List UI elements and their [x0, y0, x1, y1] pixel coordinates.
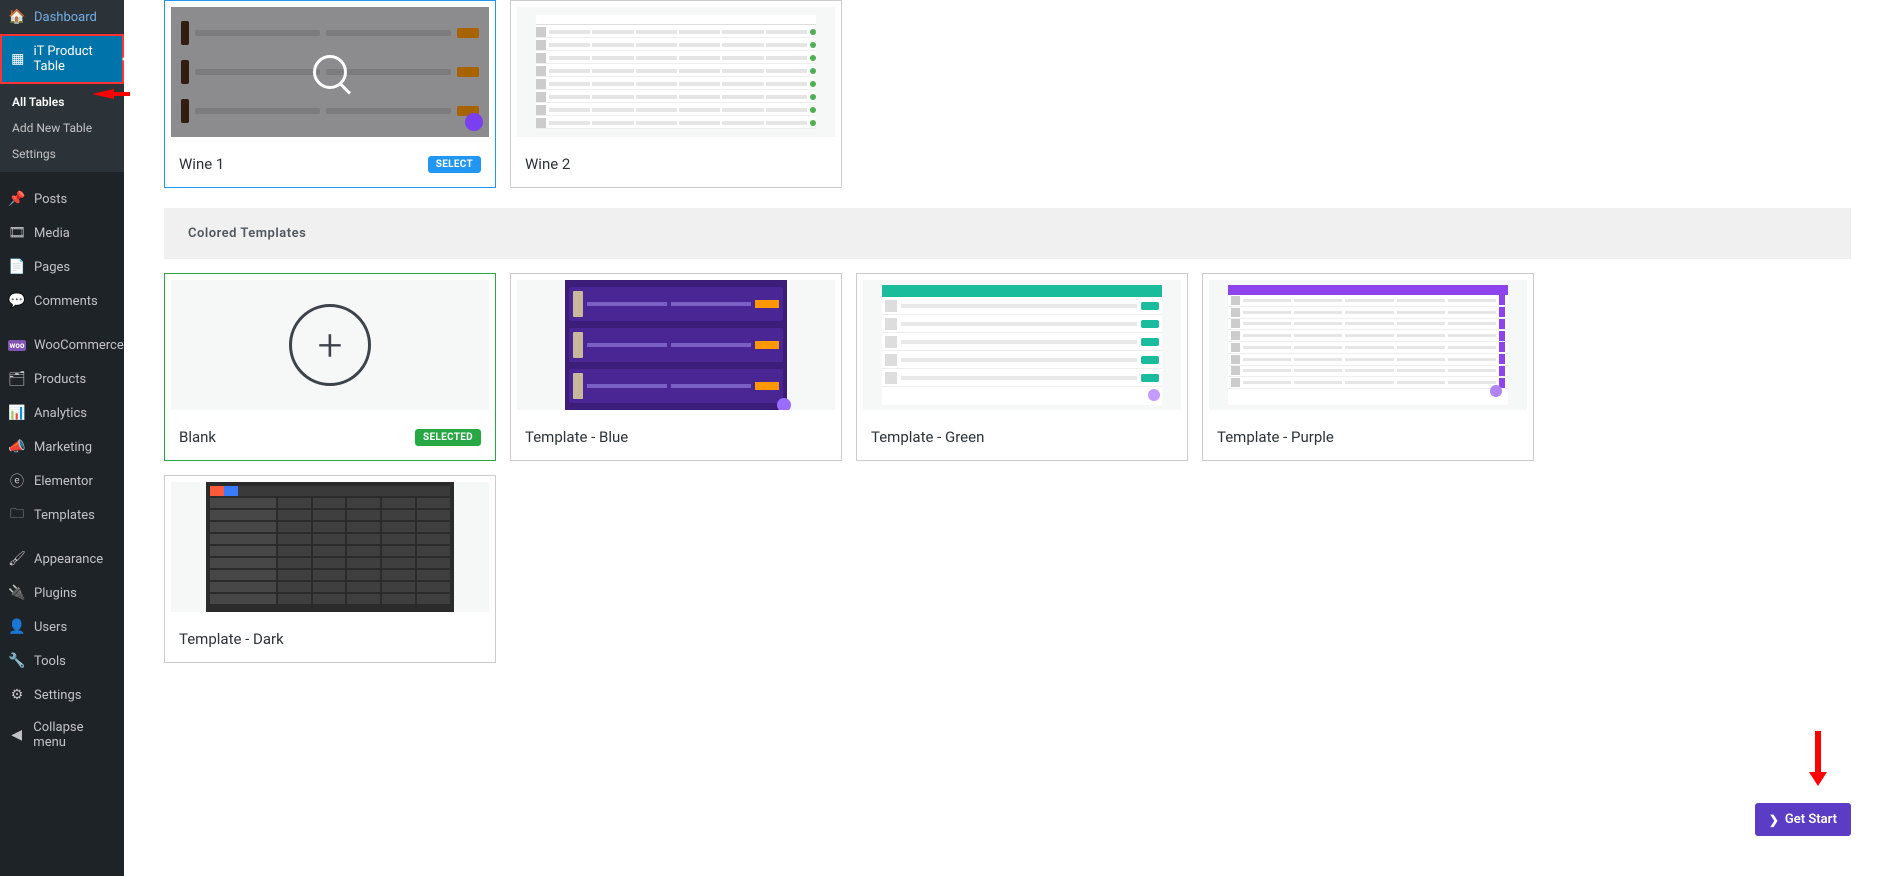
appearance-icon: 🖌 [8, 550, 26, 568]
templates-row-top: Wine 1 SELECT Wine 2 [164, 0, 1851, 188]
sidebar-item-pages[interactable]: 📄 Pages [0, 250, 124, 284]
media-icon: 🎞 [8, 224, 26, 242]
templates-icon: 🗀 [8, 506, 26, 524]
plugins-icon: 🔌 [8, 584, 26, 602]
sidebar-item-comments[interactable]: 💬 Comments [0, 284, 124, 318]
template-thumbnail [171, 7, 489, 137]
settings-icon: ⚙ [8, 686, 26, 704]
template-card-template-dark[interactable]: Template - Dark [164, 475, 496, 663]
template-name: Template - Dark [179, 630, 284, 648]
section-heading: Colored Templates [164, 208, 1851, 259]
sidebar-item-label: Comments [34, 294, 98, 309]
products-icon: 🗂 [8, 370, 26, 388]
template-card-template-blue[interactable]: Template - Blue [510, 273, 842, 461]
sidebar-item-label: Analytics [34, 406, 87, 421]
get-start-button[interactable]: ❯ Get Start [1755, 803, 1851, 836]
magnify-icon [313, 55, 347, 89]
submenu-item-add-new-table[interactable]: Add New Table [0, 115, 124, 141]
sidebar-item-label: Posts [34, 192, 67, 207]
elementor-icon: ⓔ [8, 472, 26, 490]
marketing-icon: 📣 [8, 438, 26, 456]
template-name: Template - Green [871, 428, 984, 446]
sidebar-item-dashboard[interactable]: 🏠 Dashboard [0, 0, 124, 34]
template-card-wine-1[interactable]: Wine 1 SELECT [164, 0, 496, 188]
sidebar-item-label: Media [34, 226, 70, 241]
template-card-template-green[interactable]: Template - Green [856, 273, 1188, 461]
chevron-right-icon: ❯ [1769, 813, 1779, 827]
users-icon: 👤 [8, 618, 26, 636]
template-thumbnail [863, 280, 1181, 410]
dashboard-icon: 🏠 [8, 8, 26, 26]
template-thumbnail [517, 280, 835, 410]
sidebar-item-tools[interactable]: 🔧 Tools [0, 644, 124, 678]
sidebar-item-label: Templates [34, 508, 95, 523]
sidebar-item-posts[interactable]: 📌 Posts [0, 182, 124, 216]
annotation-arrow-getstart [1815, 731, 1821, 776]
sidebar-item-label: Plugins [34, 586, 77, 601]
get-start-label: Get Start [1785, 812, 1837, 827]
sidebar-item-label: Users [34, 620, 67, 635]
sidebar-item-label: Settings [34, 688, 81, 703]
template-name: Wine 2 [525, 155, 570, 173]
template-card-blank[interactable]: + Blank SELECTED [164, 273, 496, 461]
sidebar-item-media[interactable]: 🎞 Media [0, 216, 124, 250]
collapse-menu-icon: ◀ [8, 726, 25, 744]
template-name: Template - Blue [525, 428, 628, 446]
woocommerce-icon: woo [8, 336, 26, 354]
comments-icon: 💬 [8, 292, 26, 310]
sidebar-item-it-product-table[interactable]: ▦ iT Product Table [0, 34, 124, 84]
sidebar-item-label: WooCommerce [34, 338, 124, 353]
sidebar-item-users[interactable]: 👤 Users [0, 610, 124, 644]
template-name: Blank [179, 428, 216, 446]
sidebar-item-label: Marketing [34, 440, 92, 455]
sidebar-item-marketing[interactable]: 📣 Marketing [0, 430, 124, 464]
sidebar-item-elementor[interactable]: ⓔ Elementor [0, 464, 124, 498]
sidebar-item-appearance[interactable]: 🖌 Appearance [0, 542, 124, 576]
templates-row-colored: + Blank SELECTED Template - Blue Template - … [164, 273, 1851, 663]
template-name: Template - Purple [1217, 428, 1334, 446]
submenu-item-all-tables[interactable]: All Tables [0, 89, 124, 115]
sidebar-item-label: iT Product Table [33, 44, 114, 74]
selected-badge: SELECTED [415, 429, 481, 446]
template-card-template-purple[interactable]: Template - Purple [1202, 273, 1534, 461]
sidebar-item-label: Elementor [34, 474, 93, 489]
sidebar-item-label: Tools [34, 654, 66, 669]
select-badge[interactable]: SELECT [428, 156, 481, 173]
template-thumbnail: + [171, 280, 489, 410]
posts-icon: 📌 [8, 190, 26, 208]
sidebar-item-label: Dashboard [34, 10, 97, 25]
admin-sidebar: 🏠 Dashboard ▦ iT Product Table All TablesAdd… [0, 0, 124, 876]
submenu-item-settings[interactable]: Settings [0, 141, 124, 167]
template-thumbnail [517, 7, 835, 137]
sidebar-item-woocommerce[interactable]: woo WooCommerce [0, 328, 124, 362]
sidebar-item-label: Appearance [34, 552, 103, 567]
main-content: Wine 1 SELECT Wine 2 Colored Templates + Bl… [124, 0, 1891, 876]
it-product-table-icon: ▦ [10, 50, 25, 68]
analytics-icon: 📊 [8, 404, 26, 422]
sidebar-item-label: Pages [34, 260, 70, 275]
sidebar-item-analytics[interactable]: 📊 Analytics [0, 396, 124, 430]
template-thumbnail [1209, 280, 1527, 410]
sidebar-item-templates[interactable]: 🗀 Templates [0, 498, 124, 532]
template-thumbnail [171, 482, 489, 612]
tools-icon: 🔧 [8, 652, 26, 670]
sidebar-item-settings[interactable]: ⚙ Settings [0, 678, 124, 712]
sidebar-submenu: All TablesAdd New TableSettings [0, 84, 124, 172]
template-card-wine-2[interactable]: Wine 2 [510, 0, 842, 188]
plus-icon: + [289, 304, 371, 386]
sidebar-item-collapse-menu[interactable]: ◀ Collapse menu [0, 712, 124, 758]
sidebar-item-label: Products [34, 372, 86, 387]
sidebar-item-products[interactable]: 🗂 Products [0, 362, 124, 396]
sidebar-item-label: Collapse menu [33, 720, 116, 750]
template-name: Wine 1 [179, 155, 224, 173]
sidebar-item-plugins[interactable]: 🔌 Plugins [0, 576, 124, 610]
pages-icon: 📄 [8, 258, 26, 276]
